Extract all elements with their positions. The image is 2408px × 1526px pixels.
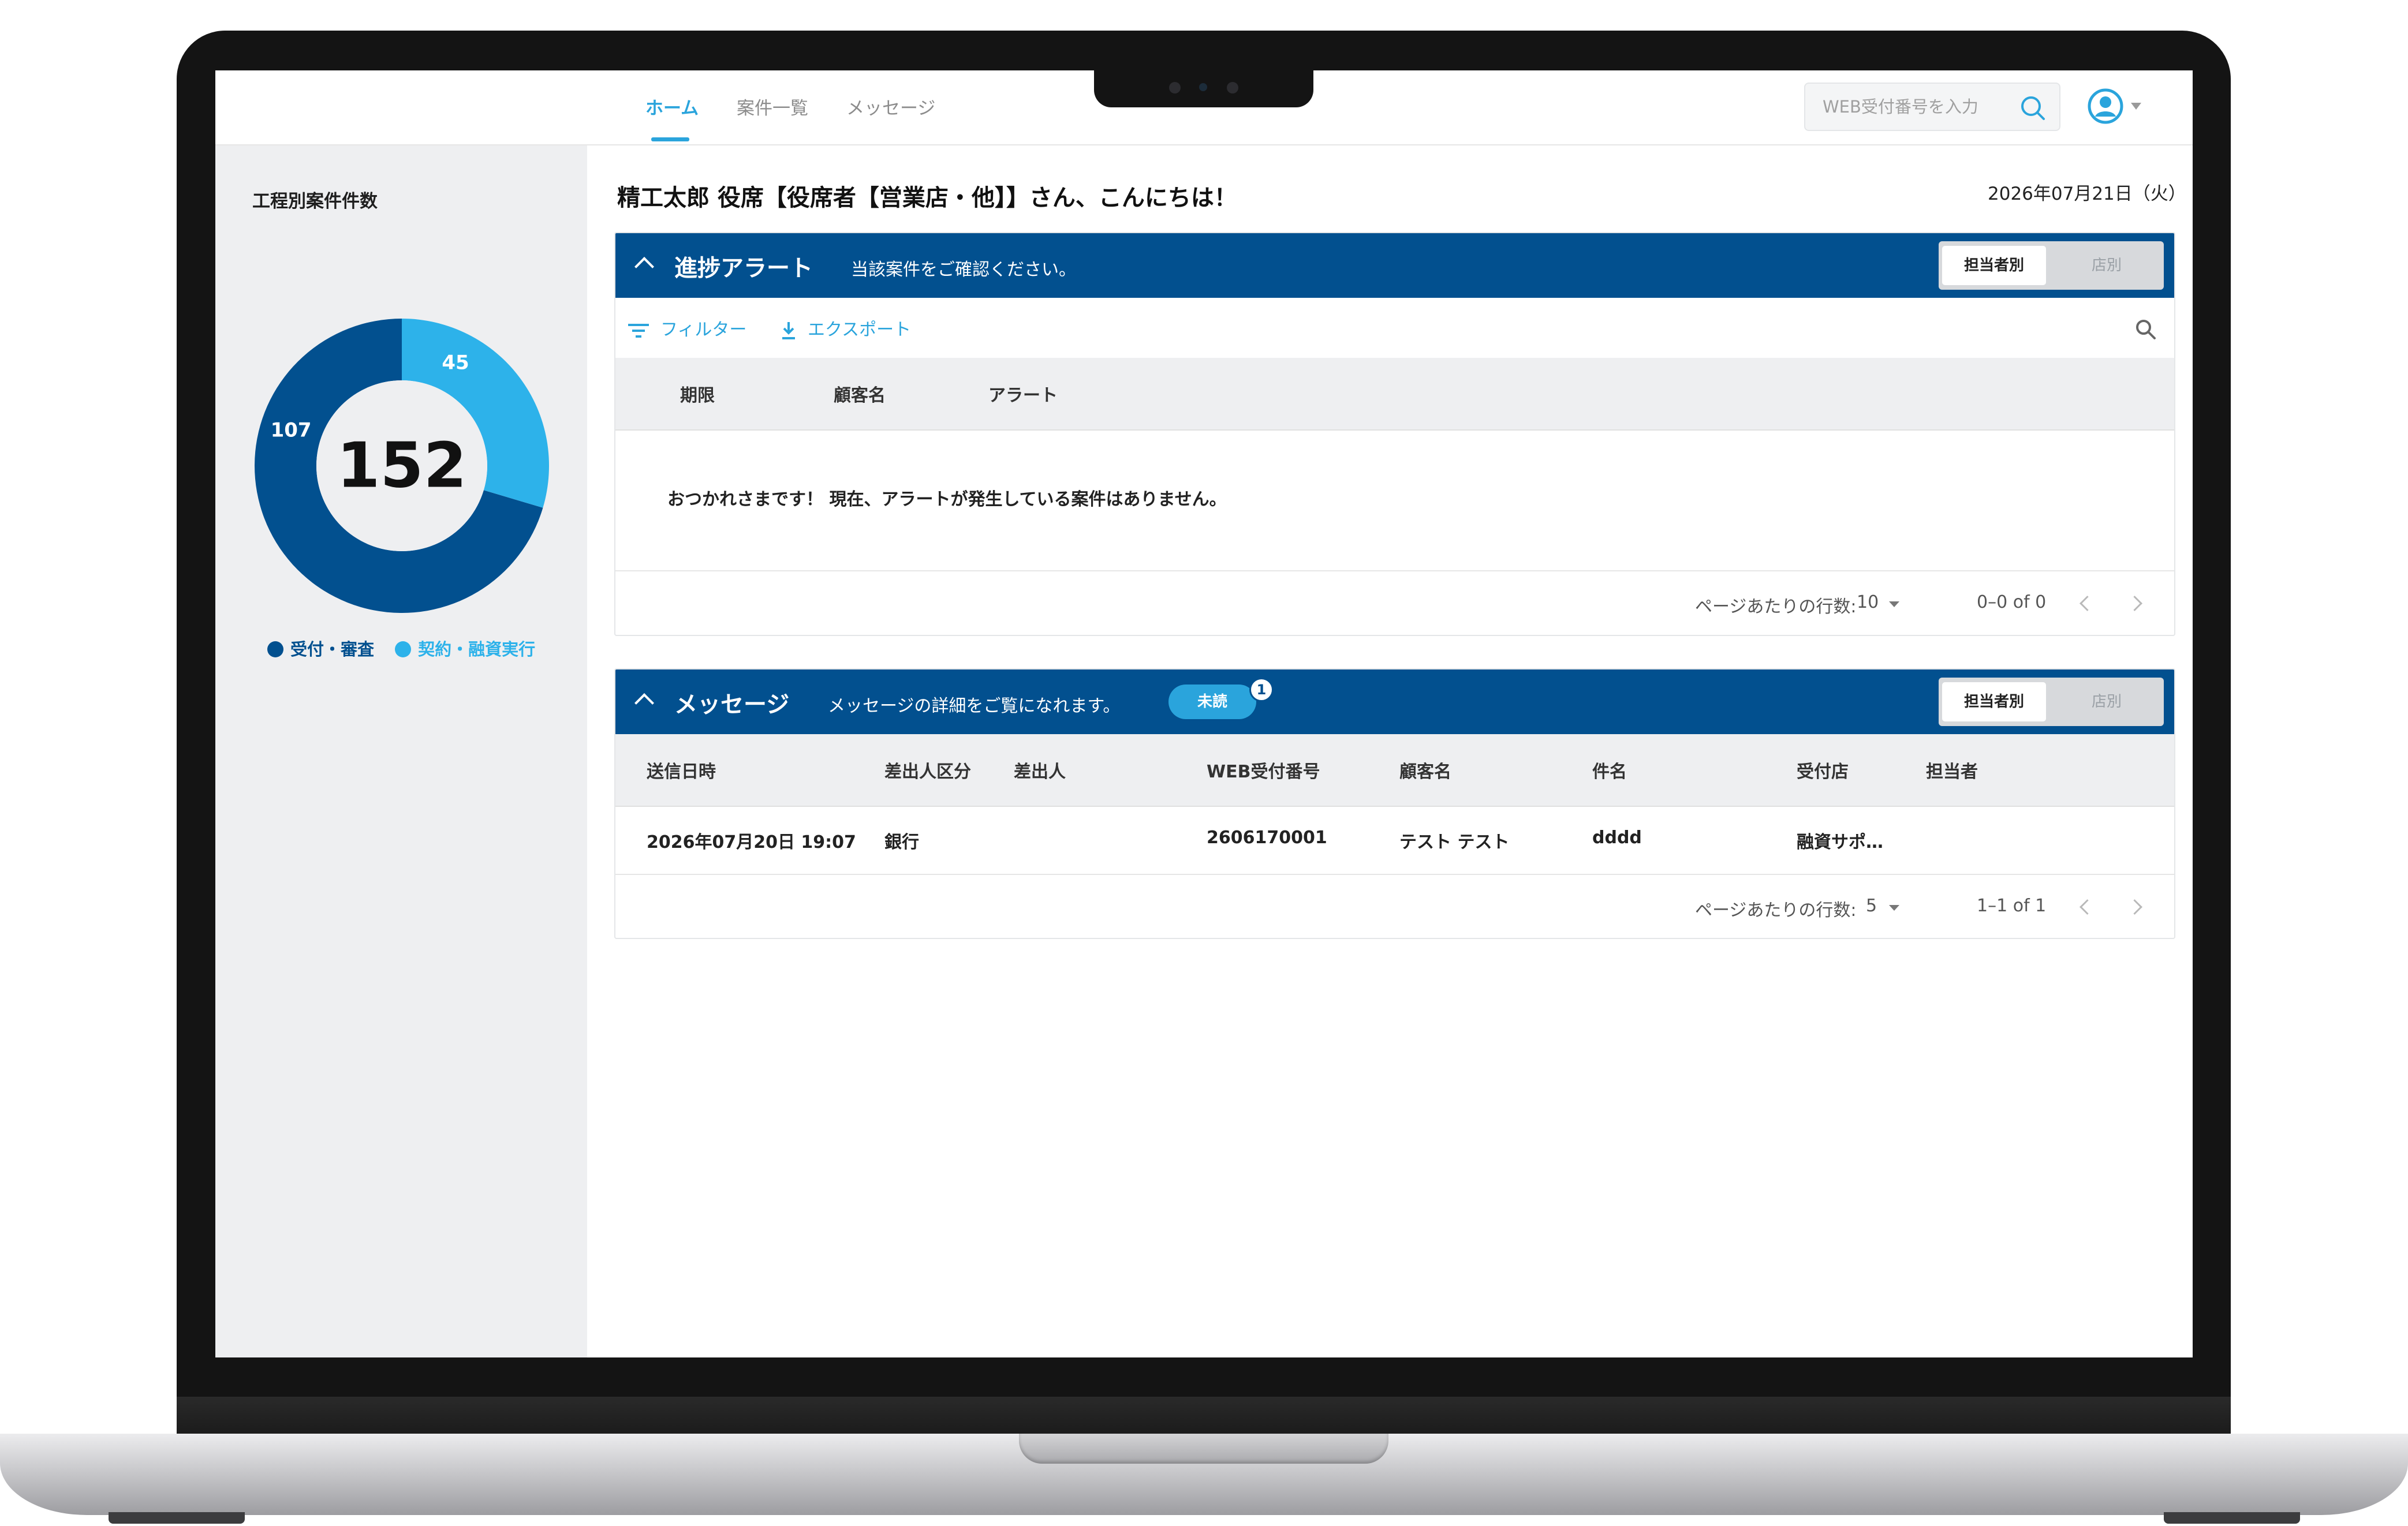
toggle-by-branch[interactable]: 店別 <box>2053 682 2160 721</box>
legend-item-intake: 受付・審査 <box>267 636 374 660</box>
sidebar-title: 工程別案件件数 <box>252 191 378 212</box>
user-account-icon[interactable] <box>2087 88 2124 125</box>
laptop-foot-right <box>2164 1512 2300 1524</box>
camera-sensor-dot <box>1169 82 1181 93</box>
progress-alert-title: 進捗アラート <box>674 255 813 282</box>
tab-home[interactable]: ホーム <box>645 93 699 119</box>
filter-button[interactable]: フィルター <box>627 315 746 341</box>
column-sent-at[interactable]: 送信日時 <box>647 757 716 783</box>
legend-dot-contract <box>395 641 412 657</box>
previous-page-icon[interactable] <box>2080 596 2095 611</box>
rows-per-page-caret-icon[interactable] <box>1889 601 1899 607</box>
column-branch[interactable]: 受付店 <box>1797 757 1849 783</box>
donut-legend: 受付・審査 契約・融資実行 <box>267 636 550 660</box>
collapse-chevron-icon[interactable] <box>634 257 654 276</box>
camera-notch <box>1094 68 1313 107</box>
rows-per-page-label: ページあたりの行数: <box>1695 597 1857 617</box>
column-subject[interactable]: 件名 <box>1592 757 1627 783</box>
next-page-icon[interactable] <box>2127 899 2142 915</box>
tab-case-list[interactable]: 案件一覧 <box>737 93 808 119</box>
filter-label: フィルター <box>660 320 747 340</box>
rows-per-page-caret-icon[interactable] <box>1889 905 1899 911</box>
legend-dot-intake <box>267 641 283 657</box>
filter-icon <box>628 323 649 338</box>
web-number-search-box[interactable] <box>1804 83 2060 131</box>
table-search-icon[interactable] <box>2134 317 2157 341</box>
rows-per-page-select[interactable]: 5 <box>1866 896 1877 916</box>
alert-view-toggle: 担当者別 店別 <box>1939 241 2164 290</box>
column-staff[interactable]: 担当者 <box>1926 757 1978 783</box>
cell-sender-type: 銀行 <box>884 832 919 852</box>
case-count-donut-chart: 152 107 45 <box>255 319 549 613</box>
message-header: メッセージ メッセージの詳細をご覧になれます。 未読 1 担当者別 店別 <box>615 670 2174 734</box>
export-button[interactable]: エクスポート <box>780 315 911 341</box>
column-alert[interactable]: アラート <box>988 381 1058 406</box>
search-icon[interactable] <box>2019 94 2047 122</box>
unread-filter-chip[interactable]: 未読 <box>1168 685 1256 719</box>
donut-total: 152 <box>337 430 466 502</box>
column-customer-name[interactable]: 顧客名 <box>1399 757 1451 783</box>
active-tab-indicator <box>651 137 689 141</box>
collapse-chevron-icon[interactable] <box>634 693 654 713</box>
camera-lens-icon <box>1199 83 1207 91</box>
cell-web-number: 2606170001 <box>1207 828 1327 848</box>
message-pagination: ページあたりの行数: 5 1–1 of 1 <box>615 874 2174 938</box>
progress-alert-header: 進捗アラート 当該案件をご確認ください。 担当者別 店別 <box>615 233 2174 298</box>
message-view-toggle: 担当者別 店別 <box>1939 678 2164 726</box>
progress-alert-subtitle: 当該案件をご確認ください。 <box>851 260 1076 280</box>
column-sender[interactable]: 差出人 <box>1014 757 1066 783</box>
rows-per-page-select[interactable]: 10 <box>1857 592 1879 612</box>
greeting-text: 精工太郎 役席【役席者【営業店・他】】さん、こんにちは！ <box>617 185 1237 211</box>
download-icon <box>782 321 795 339</box>
progress-alert-card: 進捗アラート 当該案件をご確認ください。 担当者別 店別 フィルター エクスポー… <box>614 232 2175 636</box>
donut-value-label-0: 107 <box>271 419 312 442</box>
pagination-range: 1–1 of 1 <box>1977 896 2047 916</box>
web-number-search-input[interactable] <box>1823 95 2007 118</box>
message-card: メッセージ メッセージの詳細をご覧になれます。 未読 1 担当者別 店別 送信日… <box>614 668 2175 939</box>
cell-sent-at: 2026年07月20日 19:07 <box>647 832 856 852</box>
camera-sensor-dot <box>1227 82 1238 93</box>
alert-table-header: 期限 顧客名 アラート <box>615 358 2174 431</box>
message-title: メッセージ <box>674 691 790 718</box>
laptop-hinge <box>177 1397 2231 1437</box>
donut-value-label-1: 45 <box>442 351 469 374</box>
column-sender-type[interactable]: 差出人区分 <box>884 757 971 783</box>
laptop-foot-left <box>109 1512 245 1524</box>
cell-subject: dddd <box>1592 828 1642 848</box>
toggle-by-staff[interactable]: 担当者別 <box>1942 682 2046 721</box>
laptop-opening-notch <box>1019 1434 1388 1464</box>
alert-empty-message: おつかれさまです！ 現在、アラートが発生している案件はありません。 <box>667 489 1227 510</box>
sidebar: 工程別案件件数 152 107 45 受付・審査 契約・融資実行 <box>215 145 587 1357</box>
cell-customer-name: テスト テスト <box>1399 832 1510 852</box>
rows-per-page-label: ページあたりの行数: <box>1695 900 1857 921</box>
legend-item-contract: 契約・融資実行 <box>395 636 535 660</box>
tab-messages[interactable]: メッセージ <box>846 93 935 119</box>
app-screen: ホーム 案件一覧 メッセージ 工程別案件件数 152 107 45 <box>215 70 2193 1357</box>
column-web-number[interactable]: WEB受付番号 <box>1207 757 1320 783</box>
export-label: エクスポート <box>808 320 912 340</box>
legend-label-contract: 契約・融資実行 <box>418 639 536 659</box>
toggle-by-staff[interactable]: 担当者別 <box>1942 246 2046 285</box>
message-table-header: 送信日時 差出人区分 差出人 WEB受付番号 顧客名 件名 受付店 担当者 <box>615 734 2174 807</box>
pagination-range: 0–0 of 0 <box>1977 592 2047 612</box>
current-date: 2026年07月21日（火） <box>1988 184 2186 204</box>
table-row[interactable]: 2026年07月20日 19:07 銀行 2606170001 テスト テスト … <box>615 805 2174 875</box>
previous-page-icon[interactable] <box>2080 899 2095 915</box>
toggle-by-branch[interactable]: 店別 <box>2053 246 2160 285</box>
column-customer-name[interactable]: 顧客名 <box>834 381 886 406</box>
column-deadline[interactable]: 期限 <box>680 381 715 406</box>
alert-table-toolbar: フィルター エクスポート <box>615 298 2174 359</box>
legend-label-intake: 受付・審査 <box>290 639 375 659</box>
user-menu-caret-icon[interactable] <box>2131 103 2141 110</box>
cell-branch: 融資サポ… <box>1797 832 1883 852</box>
next-page-icon[interactable] <box>2127 596 2142 611</box>
unread-count-badge: 1 <box>1249 678 1274 702</box>
message-subtitle: メッセージの詳細をご覧になれます。 <box>828 696 1121 716</box>
alert-pagination: ページあたりの行数: 10 0–0 of 0 <box>615 570 2174 635</box>
